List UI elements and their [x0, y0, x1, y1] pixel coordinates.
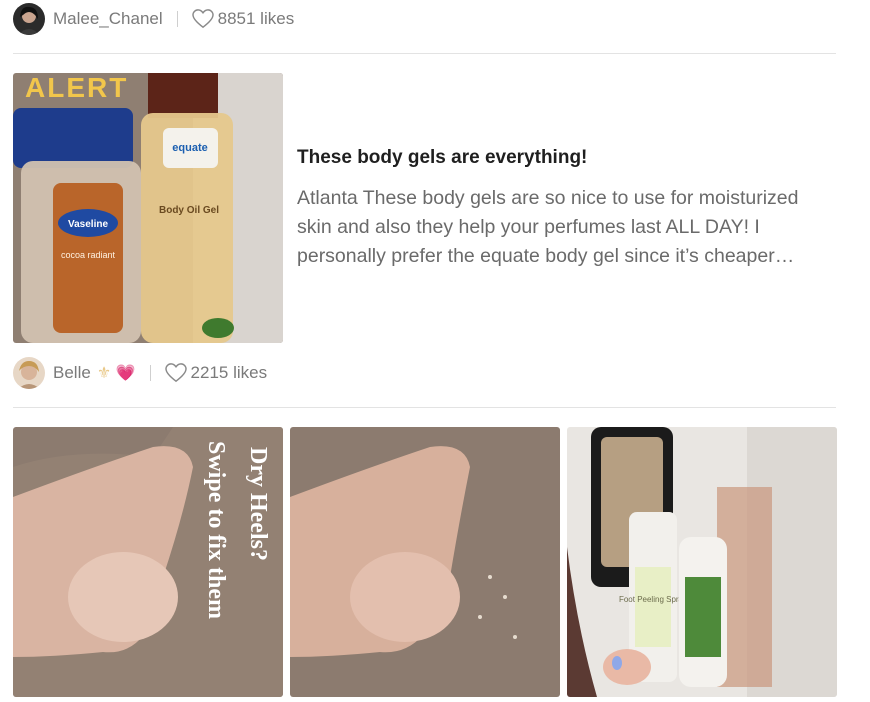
gallery-image-1[interactable]: Dry Heels? Swipe to fix them [13, 427, 283, 697]
vaseline-sub: cocoa radiant [61, 250, 116, 260]
author-row-malee: Malee_Chanel 8851 likes [13, 3, 294, 35]
separator [149, 365, 151, 381]
alert-caption: ALERT [25, 73, 128, 103]
gallery-image-2[interactable] [290, 427, 560, 697]
likes-count: 2215 likes [190, 363, 268, 382]
avatar[interactable] [13, 357, 45, 389]
equate-sub: Body Oil Gel [159, 205, 219, 216]
overlay-line1: Dry Heels? [245, 447, 271, 561]
divider [13, 53, 836, 54]
spray-label: Foot Peeling Spray [619, 595, 687, 604]
article-title[interactable]: These body gels are everything! [297, 147, 587, 169]
article-thumbnail[interactable]: equate Body Oil Gel Vaseline cocoa radia… [13, 73, 283, 343]
separator [176, 11, 178, 27]
vaseline-brand: Vaseline [68, 219, 108, 230]
equate-brand: equate [172, 142, 207, 154]
likes-count: 8851 likes [217, 9, 295, 28]
overlay-line2: Swipe to fix them [203, 441, 229, 619]
author-row-belle: Belle ⚜ 💗 2215 likes [13, 357, 267, 389]
avatar[interactable] [13, 3, 45, 35]
author-emoji-badges: ⚜ 💗 [96, 365, 136, 382]
heart-icon[interactable] [191, 9, 214, 29]
author-name[interactable]: Belle [53, 363, 91, 383]
author-name[interactable]: Malee_Chanel [53, 9, 163, 29]
gallery-image-3[interactable]: Foot Peeling Spray [567, 427, 837, 697]
heart-icon[interactable] [164, 363, 187, 383]
divider [13, 407, 836, 408]
article-excerpt[interactable]: Atlanta These body gels are so nice to u… [297, 184, 837, 271]
